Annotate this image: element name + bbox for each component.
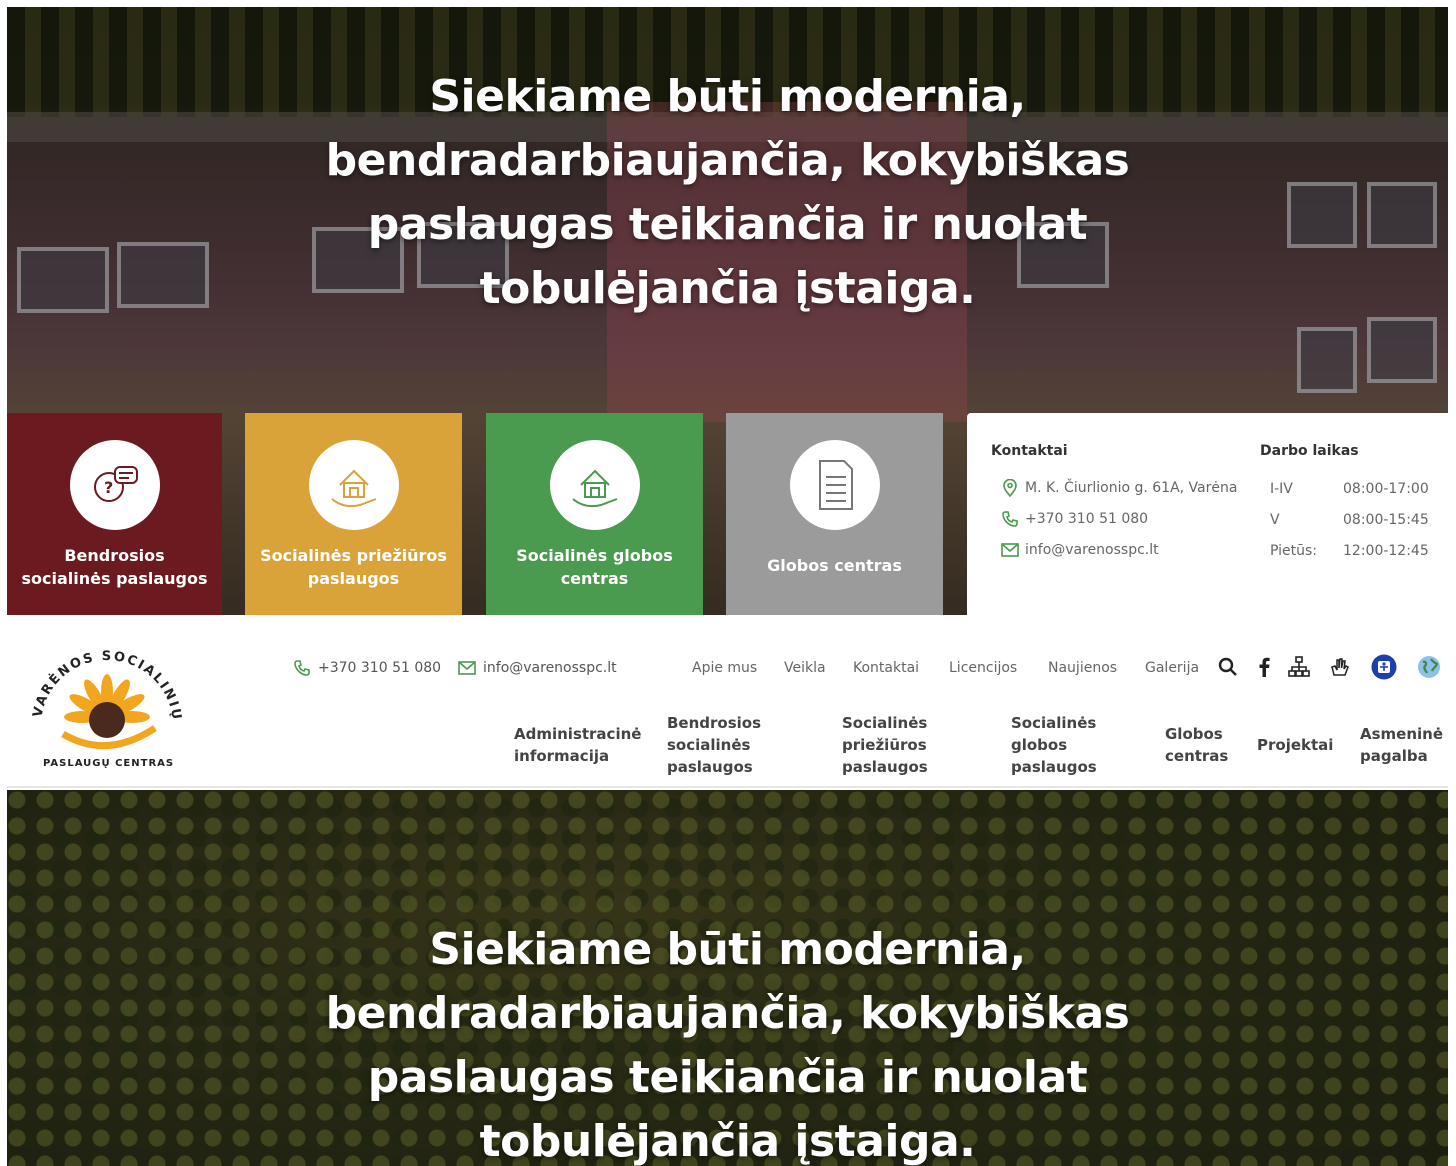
sitemap-icon[interactable] [1286,654,1312,680]
nav-label: priežiūros [842,736,927,754]
card-prieziuros[interactable]: Socialinės priežiūros paslaugos [245,413,462,615]
card-globos-centras[interactable]: Globos centras [726,413,943,615]
nav-label: Projektai [1257,736,1334,754]
nav-asmenine-pagalba[interactable]: Asmeninė pagalba [1360,723,1443,767]
nav-label: Globos [1165,725,1223,743]
hours-row: V 08:00-15:45 [1270,512,1445,528]
email-icon [1001,541,1019,559]
nav-projektai[interactable]: Projektai [1257,734,1333,756]
card-label: centras [560,569,629,588]
nav-label: paslaugos [842,758,928,776]
toplink-galerija[interactable]: Galerija [1145,660,1199,676]
hours-row: Pietūs: 12:00-12:45 [1270,543,1445,559]
nav-bendrosios[interactable]: Bendrosios socialinės paslaugos [667,712,761,778]
card-label: socialinės paslaugos [21,569,208,588]
toplink-apie-mus[interactable]: Apie mus [692,660,757,676]
search-icon[interactable] [1215,654,1241,680]
hero-line: tobulėjančia įstaiga. [479,1116,976,1166]
topbar-phone-text: +370 310 51 080 [318,660,442,676]
hero-banner-bottom: Siekiame būti modernia, bendradarbiaujan… [7,790,1448,1166]
nav-label: Bendrosios [667,714,762,732]
nav-globos-centras[interactable]: Globos centras [1165,723,1228,767]
hero-line: paslaugas teikiančia ir nuolat [367,199,1088,250]
contacts-heading: Kontaktai [991,443,1068,459]
nav-globos-paslaugos[interactable]: Socialinės globos paslaugos [1011,712,1097,778]
hero-line: Siekiame būti modernia, [429,71,1026,122]
globe-icon[interactable] [1416,654,1442,680]
phone-text: +370 310 51 080 [1025,511,1149,527]
card-label: paslaugos [307,569,400,588]
service-cards: ? Bendrosios socialinės paslaugos Social… [7,413,1448,615]
card-label: Socialinės globos [516,546,673,565]
nav-label: informacija [514,747,610,765]
topbar-email[interactable]: info@varenosspc.lt [457,658,617,678]
contact-panel: Kontaktai Darbo laikas M. K. Čiurlionio … [967,413,1448,615]
hero-heading: Siekiame būti modernia, bendradarbiaujan… [7,65,1448,321]
toplink-veikla[interactable]: Veikla [784,660,826,676]
hours-time: 12:00-12:45 [1343,543,1429,559]
hours-day: I-IV [1270,481,1293,497]
topbar-phone[interactable]: +370 310 51 080 [292,658,441,678]
nav-label: Socialinės [842,714,928,732]
nav-label: pagalba [1360,747,1428,765]
nav-label: globos [1011,736,1068,754]
accessibility-icon[interactable] [1371,654,1397,680]
hours-time: 08:00-17:00 [1343,481,1429,497]
nav-label: paslaugos [1011,758,1097,776]
hero-banner-top: Siekiame būti modernia, bendradarbiaujan… [7,7,1448,615]
hours-row: I-IV 08:00-17:00 [1270,481,1445,497]
window [1367,317,1437,383]
document-list-icon [789,440,880,530]
hours-day: Pietūs: [1270,543,1318,559]
window [1297,327,1357,393]
email-text: info@varenosspc.lt [1025,542,1159,558]
sign-language-icon[interactable] [1327,654,1353,680]
hours-day: V [1270,512,1280,528]
hero-line: paslaugas teikiančia ir nuolat [367,1052,1088,1103]
card-label: Socialinės priežiūros [260,546,447,565]
house-hand-icon [308,440,399,530]
nav-label: paslaugos [667,758,753,776]
logo-subtitle: PASLAUGŲ CENTRAS [43,758,175,769]
phone-icon [292,658,312,678]
contact-address: M. K. Čiurlionio g. 61A, Varėna [1001,479,1237,497]
hero-line: bendradarbiaujančia, kokybiškas [325,988,1130,1039]
nav-label: Socialinės [1011,714,1097,732]
hero-line: Siekiame būti modernia, [429,924,1026,975]
facebook-icon[interactable] [1251,654,1277,680]
hero-heading: Siekiame būti modernia, bendradarbiaujan… [7,918,1448,1166]
site-screenshot: VARĖNOS SOCIALINIŲ PASLAUGŲ CENTRAS +370… [7,622,1448,1166]
site-header: VARĖNOS SOCIALINIŲ PASLAUGŲ CENTRAS +370… [7,622,1448,788]
nav-label: centras [1165,747,1229,765]
nav-administracine[interactable]: Administracinė informacija [514,723,641,767]
location-pin-icon [1001,479,1019,497]
card-globos[interactable]: Socialinės globos centras [486,413,703,615]
hero-line: bendradarbiaujančia, kokybiškas [325,135,1130,186]
contact-email[interactable]: info@varenosspc.lt [1001,541,1159,559]
email-icon [457,658,477,678]
logo[interactable]: VARĖNOS SOCIALINIŲ [27,642,187,772]
hero-line: tobulėjančia įstaiga. [479,263,976,314]
topbar-email-text: info@varenosspc.lt [483,660,617,676]
toplink-naujienos[interactable]: Naujienos [1048,660,1117,676]
nav-prieziuros[interactable]: Socialinės priežiūros paslaugos [842,712,928,778]
chat-question-icon: ? [69,440,160,530]
hours-time: 08:00-15:45 [1343,512,1429,528]
nav-label: Administracinė [514,725,642,743]
nav-label: socialinės [667,736,751,754]
svg-text:?: ? [104,478,113,497]
toplink-kontaktai[interactable]: Kontaktai [853,660,919,676]
card-label: Bendrosios [64,546,165,565]
toplink-licencijos[interactable]: Licencijos [949,660,1017,676]
address-text: M. K. Čiurlionio g. 61A, Varėna [1025,480,1238,496]
card-bendrosios[interactable]: ? Bendrosios socialinės paslaugos [7,413,222,615]
card-label: Globos centras [767,556,902,575]
house-hand-icon [549,440,640,530]
phone-icon [1001,510,1019,528]
hours-heading: Darbo laikas [1260,443,1359,459]
nav-label: Asmeninė [1360,725,1444,743]
contact-phone[interactable]: +370 310 51 080 [1001,510,1148,528]
